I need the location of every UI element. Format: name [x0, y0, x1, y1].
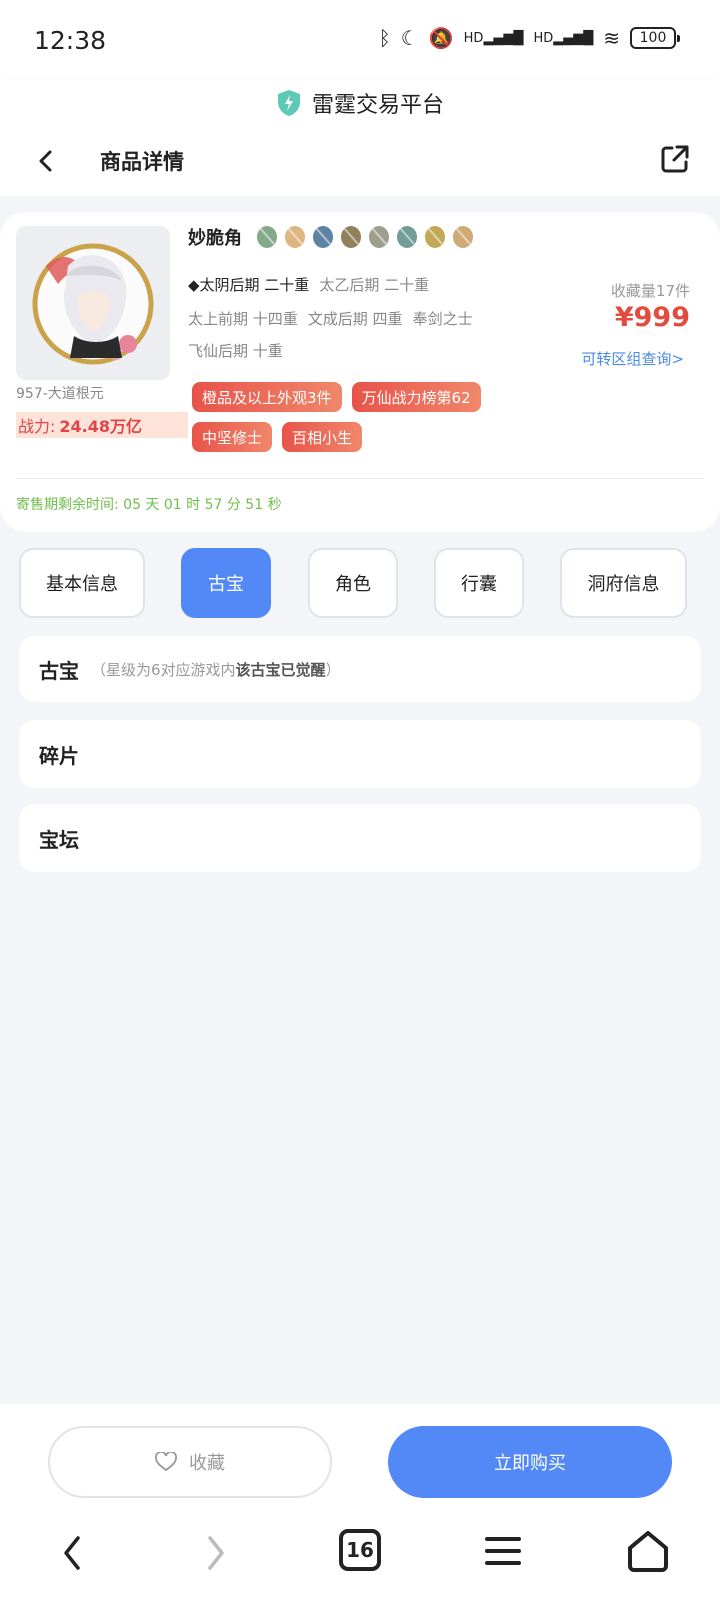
realm-wencheng: 文成后期 四重 — [307, 310, 403, 328]
combat-power: 战力: 24.48万亿 — [16, 412, 188, 438]
bottom-action-bar: 收藏 立即购买 — [0, 1404, 720, 1502]
tabs-count-button[interactable]: 16 — [339, 1529, 381, 1571]
realm-line: 飞仙后期 十重 — [188, 340, 293, 361]
tab-character[interactable]: 角色 — [308, 548, 398, 618]
tag-list: 橙品及以上外观3件 万仙战力榜第62 中坚修士 百相小生 — [192, 382, 522, 452]
treasure-item-icon — [453, 226, 473, 248]
treasure-item-icon — [369, 226, 389, 248]
section-fragments[interactable]: 碎片 — [19, 720, 701, 788]
heart-icon — [155, 1452, 177, 1472]
favorite-count: 收藏量17件 — [610, 282, 690, 300]
treasure-item-icon — [425, 226, 445, 248]
realm-feixian: 飞仙后期 十重 — [188, 342, 283, 360]
treasure-item-icon — [285, 226, 305, 248]
tag-badge: 万仙战力榜第62 — [351, 382, 481, 412]
treasure-icons — [254, 222, 476, 250]
power-value: 24.48万亿 — [59, 417, 143, 436]
signal-icon: HD▂▄▆█ — [533, 30, 594, 46]
tab-bar: 基本信息 古宝 角色 行囊 洞府信息 — [19, 548, 701, 618]
tab-gubao[interactable]: 古宝 — [181, 548, 271, 618]
realm-taishang: 太上前期 十四重 — [188, 310, 298, 328]
section-title: 宝坛 — [39, 827, 79, 852]
price: ¥999 — [614, 302, 690, 333]
power-label: 战力: — [18, 417, 56, 436]
battery-icon: 100 — [630, 27, 680, 49]
browser-title-bar: 雷霆交易平台 — [0, 80, 720, 126]
browser-forward-icon[interactable] — [202, 1532, 230, 1574]
system-nav-bar: 16 — [0, 1502, 720, 1602]
character-name: 妙脆角 — [188, 228, 242, 249]
treasure-item-icon — [257, 226, 277, 248]
mute-icon: 🔕 — [428, 26, 454, 50]
treasure-item-icon — [397, 226, 417, 248]
home-icon[interactable] — [625, 1528, 671, 1574]
realm-secondary: 太乙后期 二十重 — [319, 276, 430, 294]
menu-icon[interactable] — [484, 1532, 522, 1570]
sale-countdown: 寄售期剩余时间: 05 天 01 时 57 分 51 秒 — [16, 497, 282, 513]
section-note: （星级为6对应游戏内该古宝已觉醒） — [91, 660, 341, 679]
product-card: 957-大道根元 战力: 24.48万亿 妙脆角 ◆太阴后期 二十重 太乙后期 二… — [0, 212, 720, 532]
section-altar[interactable]: 宝坛 — [19, 804, 701, 872]
buy-now-button[interactable]: 立即购买 — [388, 1426, 672, 1498]
wifi-icon: ≋ — [603, 26, 620, 50]
tab-inventory[interactable]: 行囊 — [434, 548, 524, 618]
status-time: 12:38 — [34, 26, 107, 55]
signal-icon: HD▂▄▆█ — [463, 30, 524, 46]
status-icons: ᛒ ☾ 🔕 HD▂▄▆█ HD▂▄▆█ ≋ 100 — [378, 26, 680, 50]
tab-basic-info[interactable]: 基本信息 — [19, 548, 145, 618]
divider — [16, 478, 704, 479]
realm-line: ◆太阴后期 二十重 太乙后期 二十重 — [188, 274, 439, 295]
section-gubao[interactable]: 古宝 （星级为6对应游戏内该古宝已觉醒） — [19, 636, 701, 702]
realm-fengjian: 奉剑之士 — [412, 310, 473, 328]
section-title: 碎片 — [39, 743, 79, 768]
bluetooth-icon: ᛒ — [378, 26, 391, 50]
section-title: 古宝 — [39, 658, 79, 683]
realm-line: 太上前期 十四重 文成后期 四重 奉剑之士 — [188, 308, 483, 329]
share-icon[interactable] — [658, 142, 692, 176]
tag-badge: 橙品及以上外观3件 — [192, 382, 342, 412]
treasure-item-icon — [341, 226, 361, 248]
browser-back-icon[interactable] — [58, 1532, 86, 1574]
tag-badge: 百相小生 — [282, 422, 363, 452]
tab-cave-info[interactable]: 洞府信息 — [560, 548, 687, 618]
tag-badge: 中坚修士 — [192, 422, 273, 452]
status-bar: 12:38 ᛒ ☾ 🔕 HD▂▄▆█ HD▂▄▆█ ≋ 100 — [0, 0, 720, 80]
shield-icon — [277, 90, 300, 116]
transfer-query-link[interactable]: 可转区组查询> — [581, 348, 684, 369]
character-avatar — [16, 226, 170, 380]
favorite-button[interactable]: 收藏 — [48, 1426, 332, 1498]
server-name: 957-大道根元 — [16, 386, 104, 402]
moon-icon: ☾ — [400, 26, 419, 50]
nav-bar: 商品详情 — [0, 126, 720, 196]
site-title: 雷霆交易平台 — [311, 93, 444, 118]
back-button[interactable] — [30, 142, 64, 180]
realm-primary: ◆太阴后期 二十重 — [188, 276, 310, 294]
page-title: 商品详情 — [100, 150, 184, 174]
favorite-label: 收藏 — [189, 1453, 225, 1474]
treasure-item-icon — [313, 226, 333, 248]
